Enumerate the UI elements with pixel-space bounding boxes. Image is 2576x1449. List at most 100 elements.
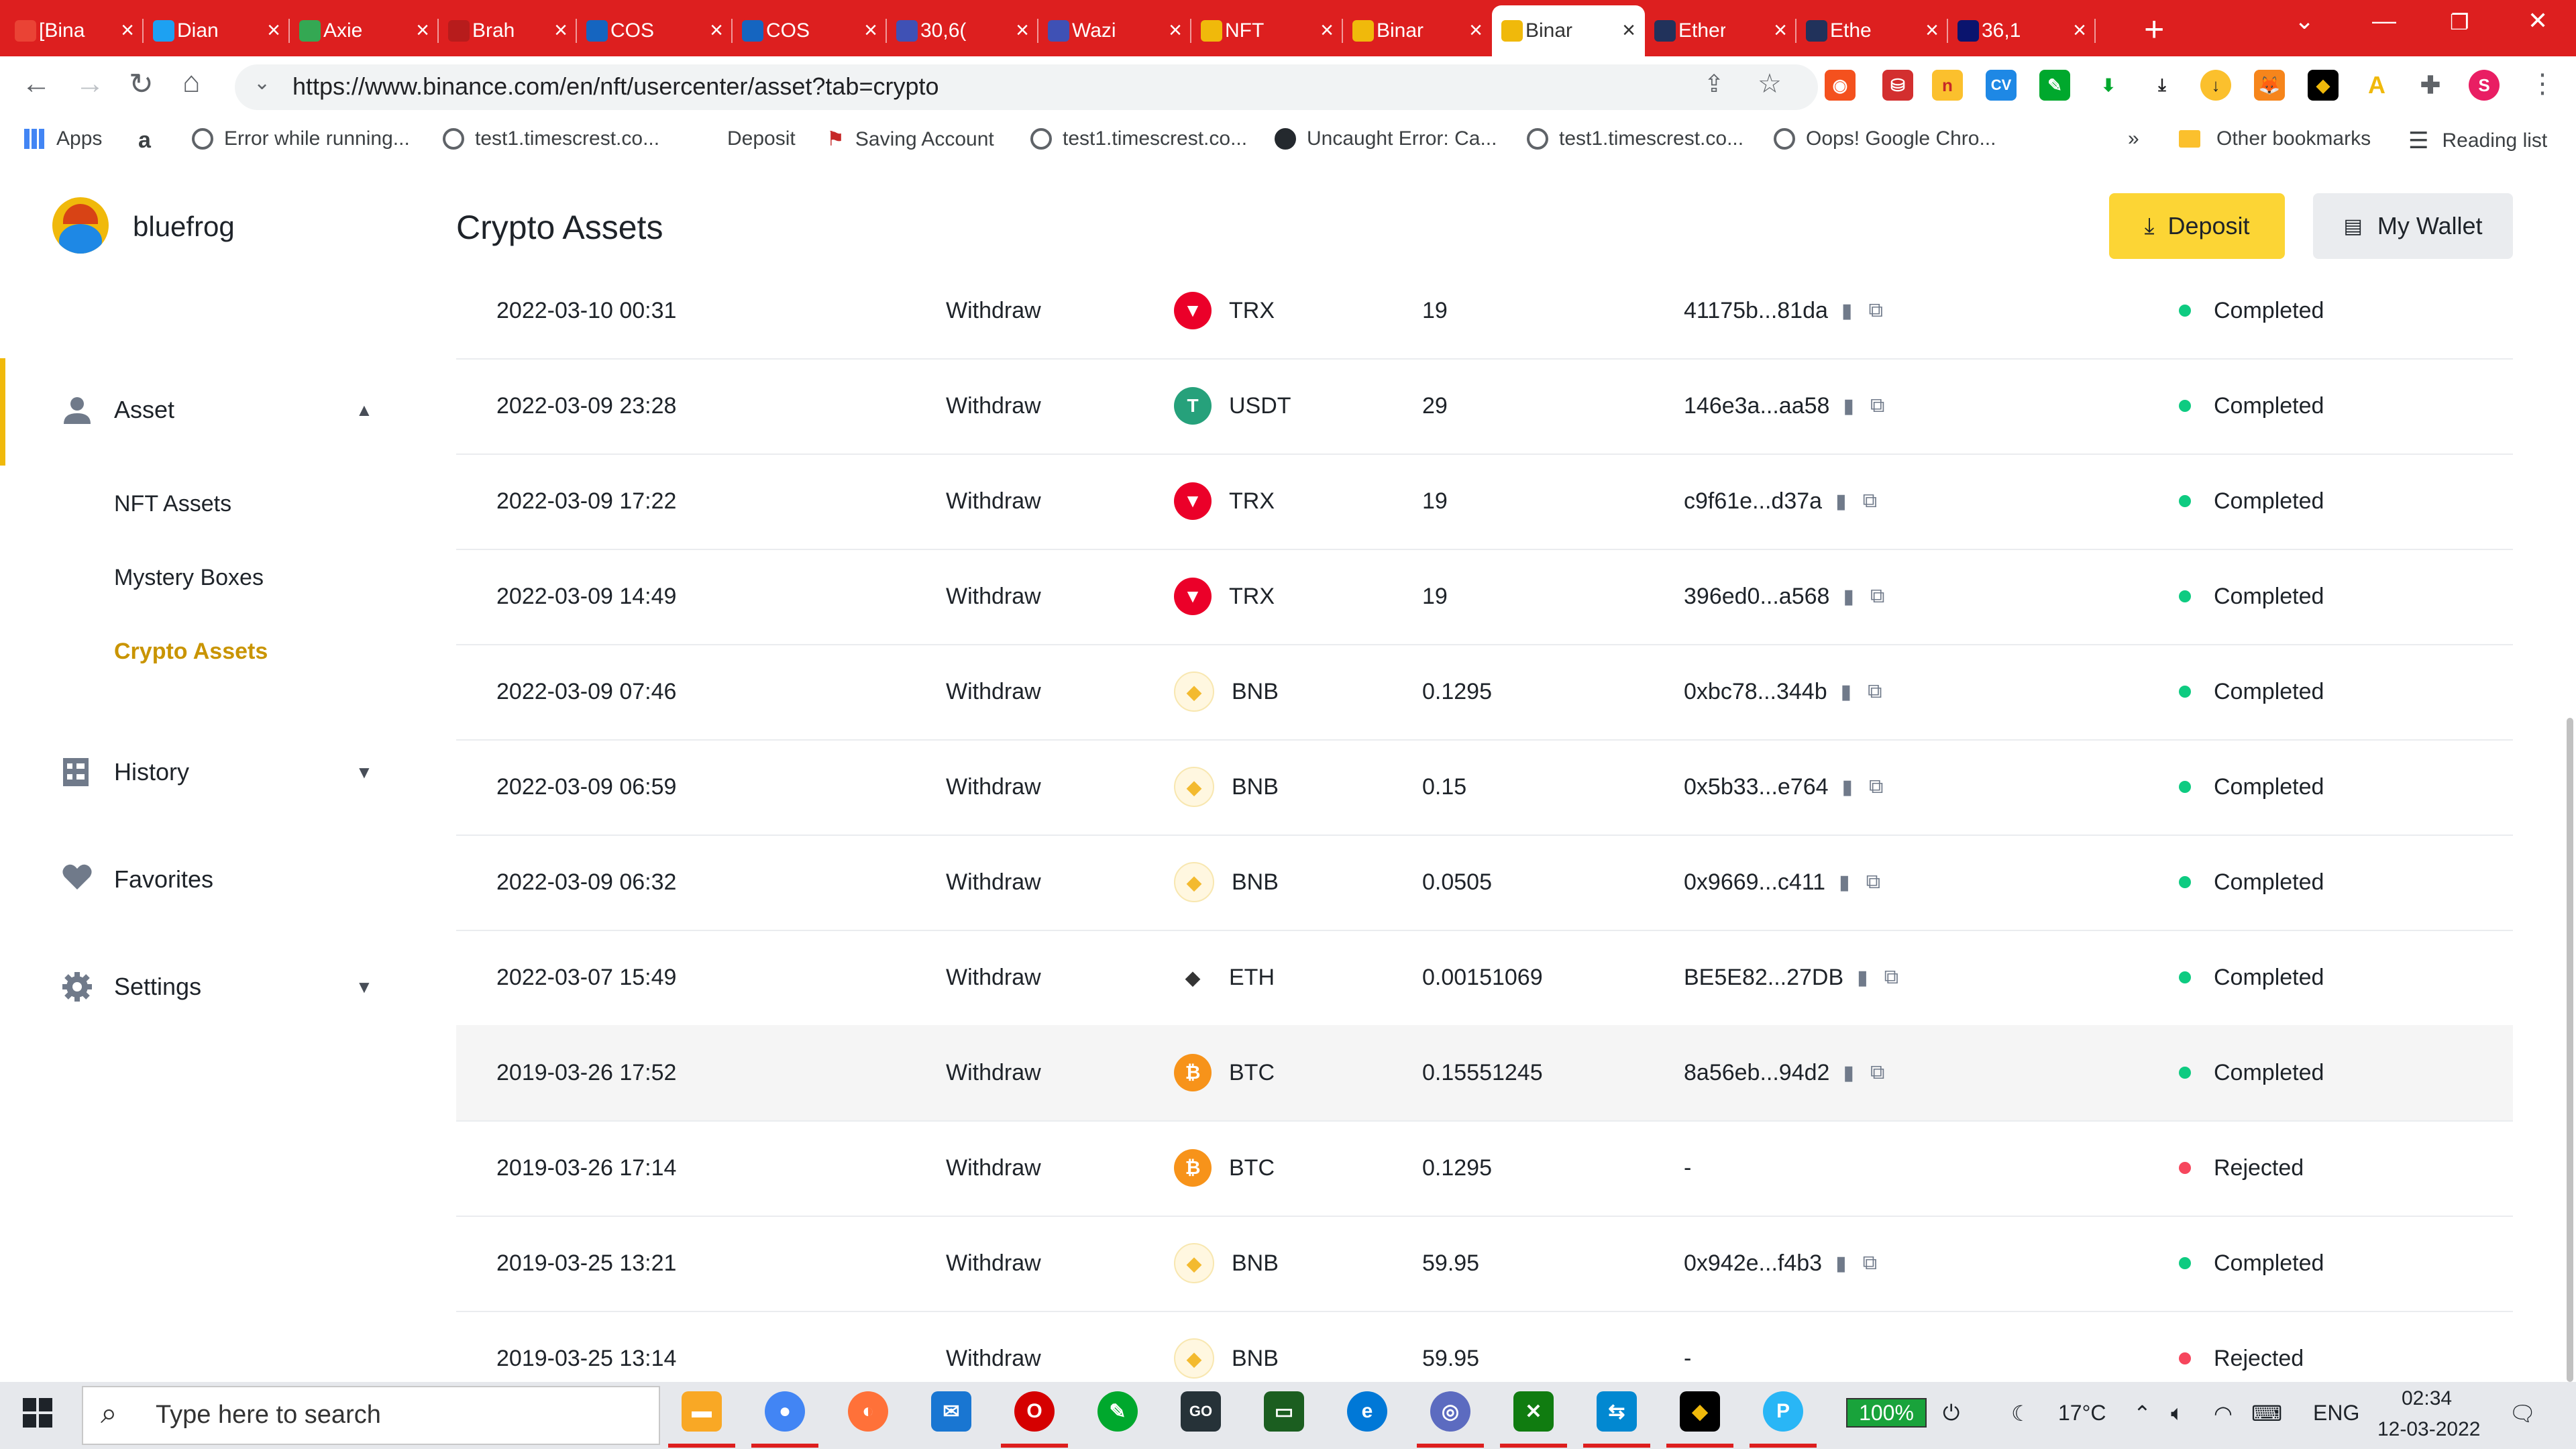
bookmark-star-icon[interactable]: ☆ <box>1758 68 1782 99</box>
close-tab-icon[interactable]: × <box>1774 17 1787 44</box>
evernote-icon[interactable]: ✎ <box>2039 70 2070 101</box>
firefox-icon[interactable]: ◐ <box>848 1391 888 1432</box>
keyboard-icon[interactable]: ⌨ <box>2251 1401 2282 1426</box>
extension-coin-icon[interactable]: ↓ <box>2200 70 2231 101</box>
close-tab-icon[interactable]: × <box>1169 17 1182 44</box>
other-bookmarks[interactable]: Other bookmarks <box>2179 127 2371 150</box>
extension-1-icon[interactable]: ◉ <box>1825 70 1856 101</box>
close-tab-icon[interactable]: × <box>121 17 134 44</box>
external-link-icon[interactable]: ⧉ <box>1870 394 1884 417</box>
p-app-icon[interactable]: P <box>1763 1391 1803 1432</box>
close-tab-icon[interactable]: × <box>1925 17 1939 44</box>
close-tab-icon[interactable]: × <box>1320 17 1334 44</box>
sidebar-item-asset[interactable]: Asset <box>114 396 174 424</box>
sidebar-item-mystery-boxes[interactable]: Mystery Boxes <box>114 565 264 591</box>
tab-7[interactable]: 30,6(× <box>887 5 1038 56</box>
menu-icon[interactable]: ⋮ <box>2529 68 2556 99</box>
notifications-icon[interactable]: 🗨︎ <box>2509 1401 2536 1426</box>
tab-11[interactable]: Binar × <box>1492 5 1645 56</box>
sidebar-item-settings[interactable]: Settings <box>114 973 201 1001</box>
close-tab-icon[interactable]: × <box>710 17 723 44</box>
external-link-icon[interactable]: ⧉ <box>1863 1252 1877 1275</box>
chrome-icon[interactable]: ● <box>765 1391 805 1432</box>
avatar[interactable] <box>52 197 109 254</box>
deposit-button[interactable]: ⤓ Deposit <box>2109 193 2285 259</box>
close-tab-icon[interactable]: × <box>554 17 568 44</box>
bookmarks-overflow-button[interactable]: » <box>2128 127 2139 150</box>
remote-app-icon[interactable]: ⇆ <box>1597 1391 1637 1432</box>
bookmark-3[interactable]: Deposit <box>727 127 796 150</box>
close-tab-icon[interactable]: × <box>1469 17 1483 44</box>
external-link-icon[interactable]: ⧉ <box>1863 490 1877 513</box>
new-tab-button[interactable]: + <box>2144 9 2164 50</box>
close-tab-icon[interactable]: × <box>416 17 429 44</box>
copy-icon[interactable]: ▮ <box>1835 490 1847 513</box>
close-window-button[interactable]: ✕ <box>2528 7 2548 35</box>
url-text[interactable]: https://www.binance.com/en/nft/usercente… <box>292 72 939 101</box>
bookmark-4[interactable]: ⚑ Saving Account <box>826 127 994 151</box>
close-tab-icon[interactable]: × <box>864 17 877 44</box>
windows-start-icon[interactable] <box>23 1398 52 1431</box>
my-wallet-button[interactable]: ▤ My Wallet <box>2313 193 2513 259</box>
download-green-icon[interactable]: ⬇ <box>2093 70 2124 101</box>
tab-13[interactable]: Ethe × <box>1796 5 1948 56</box>
minimize-button[interactable]: — <box>2372 7 2396 35</box>
reading-list[interactable]: ☰ Reading list <box>2408 127 2547 154</box>
forward-icon[interactable]: → <box>75 67 105 101</box>
close-tab-icon[interactable]: × <box>1016 17 1029 44</box>
tab-6[interactable]: COS × <box>733 5 887 56</box>
extension-3-icon[interactable]: n <box>1932 70 1963 101</box>
tab-9[interactable]: NFT × <box>1191 5 1343 56</box>
reload-icon[interactable]: ↻ <box>129 67 154 101</box>
profile-avatar[interactable]: S <box>2469 70 2500 101</box>
xbox-icon[interactable]: ✕ <box>1513 1391 1554 1432</box>
tor-icon[interactable]: ◎ <box>1430 1391 1470 1432</box>
external-link-icon[interactable]: ⧉ <box>1884 966 1898 989</box>
clock-time[interactable]: 02:34 <box>2402 1387 2452 1410</box>
copy-icon[interactable]: ▮ <box>1841 680 1852 704</box>
download-icon[interactable]: ⤓ <box>2147 70 2178 101</box>
edge-icon[interactable]: e <box>1347 1391 1387 1432</box>
binance-extension-icon[interactable]: ◆ <box>2308 70 2339 101</box>
clock-date[interactable]: 12-03-2022 <box>2377 1418 2480 1441</box>
restore-button[interactable]: ❐ <box>2450 9 2469 35</box>
caret-down-icon[interactable]: ▼ <box>356 762 373 783</box>
tab-10[interactable]: Binar × <box>1343 5 1492 56</box>
battery-indicator[interactable]: 100% <box>1846 1398 1927 1428</box>
close-tab-icon[interactable]: × <box>2073 17 2086 44</box>
copy-icon[interactable]: ▮ <box>1839 871 1850 894</box>
external-link-icon[interactable]: ⧉ <box>1870 1061 1884 1084</box>
copy-icon[interactable]: ▮ <box>1842 775 1854 799</box>
close-tab-icon[interactable]: × <box>267 17 280 44</box>
tab-2[interactable]: Dian × <box>144 5 290 56</box>
scrollbar-thumb[interactable] <box>2567 718 2573 1382</box>
bookmark-apps[interactable]: Apps <box>24 127 102 150</box>
external-link-icon[interactable]: ⧉ <box>1866 871 1880 894</box>
share-icon[interactable]: ⇪ <box>1704 70 1724 98</box>
bookmark-2[interactable]: test1.timescrest.co... <box>443 127 659 150</box>
metamask-icon[interactable]: 🦊 <box>2254 70 2285 101</box>
font-extension-icon[interactable]: A <box>2361 70 2392 101</box>
bookmark-1[interactable]: Error while running... <box>192 127 410 150</box>
evernote-taskbar-icon[interactable]: ✎ <box>1097 1391 1138 1432</box>
tab-search-icon[interactable]: ⌄ <box>2294 7 2314 35</box>
tab-3[interactable]: Axie × <box>290 5 439 56</box>
extension-2-icon[interactable]: ⛁ <box>1882 70 1913 101</box>
copy-icon[interactable]: ▮ <box>1841 299 1853 323</box>
file-explorer-icon[interactable]: ▬ <box>682 1391 722 1432</box>
tray-chevron-icon[interactable]: ⌃ <box>2133 1401 2151 1426</box>
site-info-icon[interactable]: ⌄ <box>254 71 270 95</box>
wifi-icon[interactable]: ◠ <box>2214 1401 2233 1426</box>
go-app-icon[interactable]: GO <box>1181 1391 1221 1432</box>
external-link-icon[interactable]: ⧉ <box>1870 585 1884 608</box>
tab-1[interactable]: [Bina × <box>5 5 144 56</box>
copy-icon[interactable]: ▮ <box>1843 394 1854 418</box>
tab-12[interactable]: Ether × <box>1645 5 1796 56</box>
tab-14[interactable]: 36,1 × <box>1948 5 2096 56</box>
bookmark-8[interactable]: Oops! Google Chro... <box>1774 127 1996 150</box>
binance-app-icon[interactable]: ◆ <box>1680 1391 1720 1432</box>
copy-icon[interactable]: ▮ <box>1857 966 1868 989</box>
sidebar-item-crypto-assets[interactable]: Crypto Assets <box>114 639 268 665</box>
terminal-icon[interactable]: ▭ <box>1264 1391 1304 1432</box>
weather-icon[interactable]: ☾ <box>2011 1401 2031 1426</box>
